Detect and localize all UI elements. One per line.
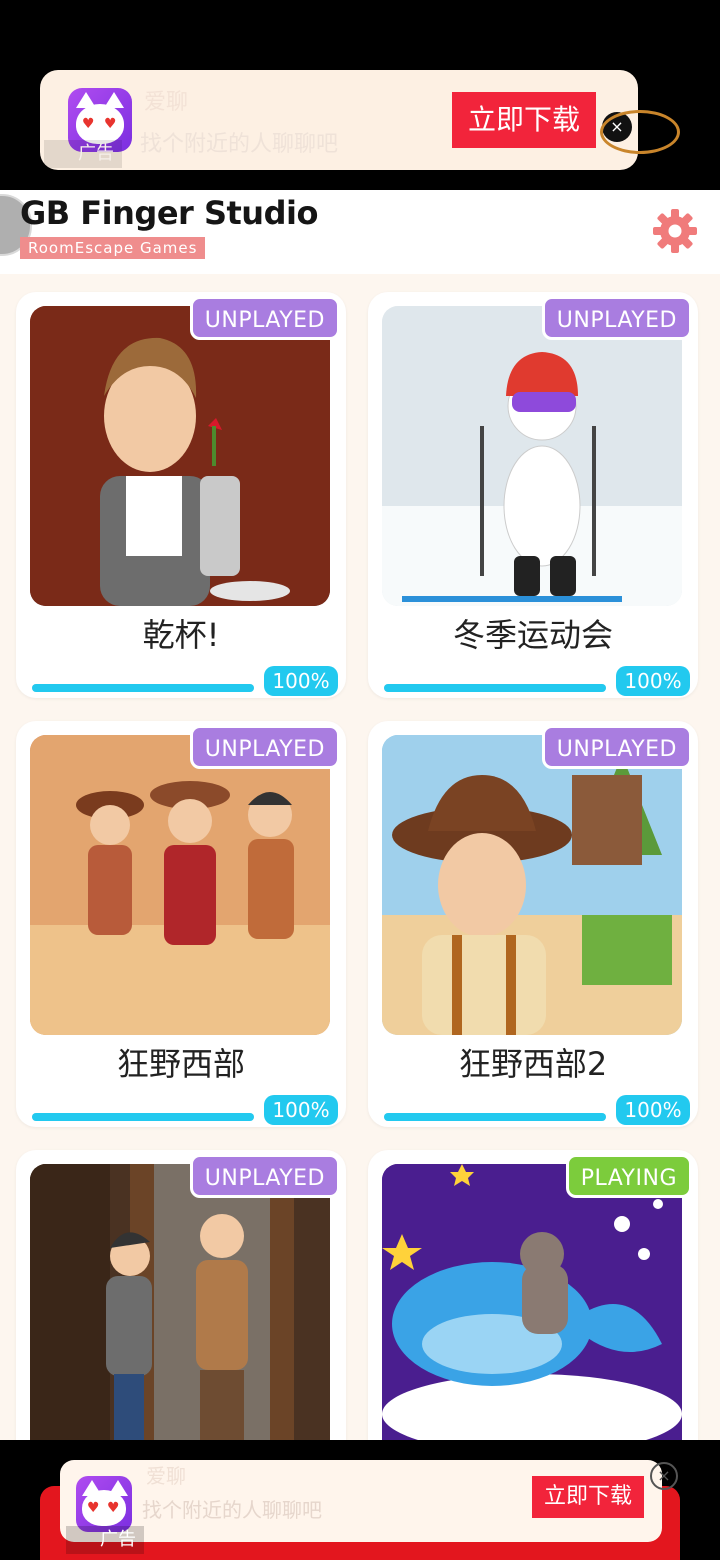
studio-logo: GB Finger Studio bbox=[20, 194, 318, 232]
game-title: 狂野西部2 bbox=[458, 1045, 608, 1083]
ad-app-name: 爱聊 bbox=[144, 90, 189, 115]
progress-bar bbox=[384, 1113, 606, 1121]
status-badge: UNPLAYED bbox=[189, 1154, 340, 1198]
game-grid: UNPLAYED 乾杯! 100% UNPLAYED 冬季运动会 100% UN… bbox=[0, 274, 720, 1556]
game-title: 乾杯! bbox=[142, 616, 220, 654]
progress-percent: 100% bbox=[616, 1095, 690, 1125]
gear-icon[interactable] bbox=[650, 206, 700, 256]
bottom-ad-area: ♥ ♥ 爱聊 找个附近的人聊聊吧 立即下载 × 广告 bbox=[0, 1440, 720, 1560]
top-ad-area: ♥ ♥ 爱聊 找个附近的人聊聊吧 广告 立即下载 × bbox=[0, 0, 720, 190]
ad-label: 广告 bbox=[44, 140, 122, 168]
progress-percent: 100% bbox=[616, 666, 690, 696]
progress-percent: 100% bbox=[264, 1095, 338, 1125]
status-badge: UNPLAYED bbox=[189, 296, 340, 340]
game-thumbnail bbox=[382, 735, 682, 1035]
status-badge: UNPLAYED bbox=[189, 725, 340, 769]
game-thumbnail bbox=[382, 1164, 682, 1464]
status-badge: UNPLAYED bbox=[541, 296, 692, 340]
status-badge: PLAYING bbox=[565, 1154, 692, 1198]
game-thumbnail bbox=[382, 306, 682, 606]
progress-bar bbox=[384, 684, 606, 692]
game-thumbnail bbox=[30, 306, 330, 606]
game-thumbnail bbox=[30, 735, 330, 1035]
progress-bar bbox=[32, 1113, 254, 1121]
game-card-wild-west-2[interactable]: UNPLAYED 狂野西部2 100% bbox=[368, 721, 698, 1127]
game-title: 狂野西部 bbox=[116, 1045, 245, 1083]
top-ad-banner[interactable]: ♥ ♥ 爱聊 找个附近的人聊聊吧 广告 立即下载 × bbox=[40, 70, 638, 170]
studio-logo-subtitle: RoomEscape Games bbox=[20, 237, 206, 259]
game-card-cheers[interactable]: UNPLAYED 乾杯! 100% bbox=[16, 292, 346, 698]
ad-description: 找个附近的人聊聊吧 bbox=[140, 132, 339, 157]
status-badge: UNPLAYED bbox=[541, 725, 692, 769]
ad-app-name: 爱聊 bbox=[146, 1464, 186, 1488]
ad-label: 广告 bbox=[66, 1526, 144, 1554]
bottom-ad-label-holder: 广告 bbox=[40, 1486, 680, 1560]
game-card-winter-sports[interactable]: UNPLAYED 冬季运动会 100% bbox=[368, 292, 698, 698]
progress-percent: 100% bbox=[264, 666, 338, 696]
ad-download-button[interactable]: 立即下载 bbox=[452, 92, 596, 148]
game-card-wild-west[interactable]: UNPLAYED 狂野西部 100% bbox=[16, 721, 346, 1127]
app-header: GB Finger Studio RoomEscape Games bbox=[0, 190, 720, 274]
game-thumbnail bbox=[30, 1164, 330, 1464]
progress-bar bbox=[32, 684, 254, 692]
ad-decoration bbox=[600, 110, 680, 154]
game-title: 冬季运动会 bbox=[452, 616, 613, 654]
